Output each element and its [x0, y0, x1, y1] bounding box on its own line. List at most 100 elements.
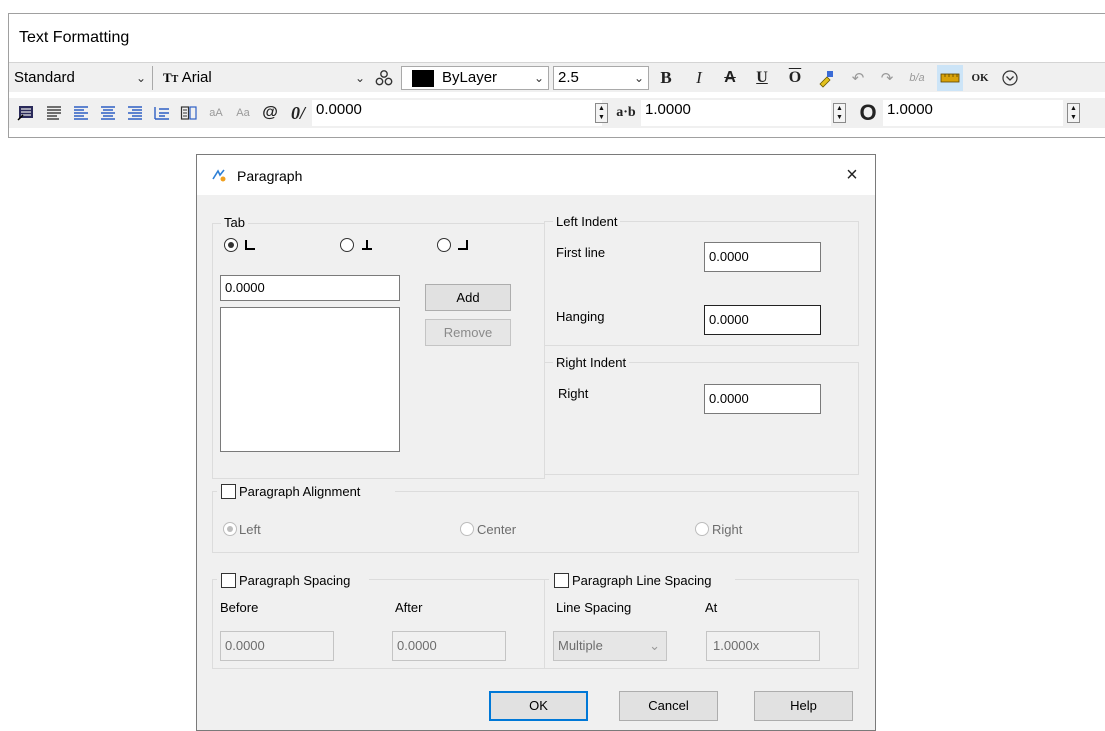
tab-position-input[interactable]: 0.0000	[220, 275, 400, 301]
tab-center-radio[interactable]	[340, 238, 354, 252]
before-label: Before	[220, 600, 259, 615]
oblique-angle-value: 0.0000	[316, 101, 362, 118]
toolbar-row-1: Standard ⌄ TT Arial ⌄ ByLayer ⌄ 2.5 ⌄ B	[9, 62, 1105, 92]
line-spacing-checkbox[interactable]	[554, 573, 569, 588]
width-factor-spinner[interactable]: ▲ ▼	[1067, 103, 1080, 123]
tab-right-radio[interactable]	[437, 238, 451, 252]
align-center-icon[interactable]	[95, 100, 121, 126]
numbering-icon[interactable]	[149, 100, 175, 126]
paragraph-icon[interactable]	[176, 100, 202, 126]
paragraph-dialog: Paragraph × Tab 0.0000 Add Remove Left I…	[196, 154, 876, 731]
text-height-combo[interactable]: 2.5 ⌄	[553, 66, 649, 90]
justify-left-icon[interactable]	[41, 100, 67, 126]
bold-icon[interactable]: B	[653, 65, 679, 91]
oblique-angle-icon: 0/	[290, 102, 305, 123]
ok-button[interactable]: OK	[489, 691, 588, 721]
tracking-icon: a·b	[616, 105, 636, 120]
width-factor-input[interactable]: 1.0000	[883, 100, 1063, 126]
color-value: ByLayer	[442, 69, 498, 86]
align-left-radio[interactable]	[223, 522, 237, 536]
align-right-radio[interactable]	[695, 522, 709, 536]
close-icon[interactable]: ×	[839, 163, 865, 187]
tab-stops-list[interactable]	[220, 307, 400, 452]
after-label: After	[395, 600, 423, 615]
align-right-label: Right	[712, 522, 743, 537]
dialog-titlebar: Paragraph ×	[197, 155, 875, 195]
at-label: At	[705, 600, 718, 615]
oblique-angle-input[interactable]: 0.0000	[312, 100, 602, 126]
redo-icon[interactable]: ↷	[874, 65, 900, 91]
remove-button[interactable]: Remove	[425, 319, 511, 346]
text-height-value: 2.5	[558, 69, 579, 86]
align-left-icon[interactable]	[68, 100, 94, 126]
chevron-down-icon: ⌄	[135, 71, 146, 85]
options-icon[interactable]	[997, 65, 1023, 91]
underline-icon[interactable]: U	[749, 65, 775, 91]
uppercase-icon[interactable]: aA	[203, 100, 229, 126]
spacing-label: Paragraph Spacing	[239, 573, 351, 588]
style-value: Standard	[14, 69, 75, 86]
insert-field-icon[interactable]	[13, 100, 39, 126]
cancel-button[interactable]: Cancel	[619, 691, 718, 721]
at-input[interactable]: 1.0000x	[706, 631, 820, 661]
chevron-down-icon: ⌄	[633, 71, 644, 85]
chevron-down-icon: ⌄	[649, 638, 660, 653]
after-input[interactable]: 0.0000	[392, 631, 506, 661]
right-label: Right	[558, 386, 589, 401]
align-left-label: Left	[239, 522, 261, 537]
center-tab-icon	[362, 240, 372, 250]
color-swatch	[412, 70, 434, 87]
chevron-down-icon: ⌄	[354, 71, 365, 85]
stack-icon[interactable]: b/a	[904, 65, 930, 91]
divider	[152, 66, 153, 90]
italic-icon[interactable]: I	[686, 65, 712, 91]
first-line-label: First line	[556, 245, 606, 260]
color-dropdown[interactable]: ByLayer ⌄	[401, 66, 549, 90]
dialog-title: Paragraph	[237, 168, 303, 184]
add-button[interactable]: Add	[425, 284, 511, 311]
match-properties-icon[interactable]	[814, 65, 840, 91]
spacing-checkbox[interactable]	[221, 573, 236, 588]
symbol-at-icon[interactable]: @	[257, 100, 283, 126]
right-indent-input[interactable]: 0.0000	[704, 384, 821, 414]
symbol-icon[interactable]	[371, 65, 397, 91]
before-input[interactable]: 0.0000	[220, 631, 334, 661]
text-formatting-toolbar: Text Formatting Standard ⌄ TT Arial ⌄ By…	[8, 13, 1105, 138]
help-button[interactable]: Help	[754, 691, 853, 721]
right-tab-icon	[458, 240, 468, 250]
toolbar-row-2: aA Aa @ 0/ 0.0000 ▲ ▼ a·b 1.0000 ▲ ▼ O 1.0…	[9, 98, 1105, 128]
align-center-label: Center	[477, 522, 517, 537]
tracking-input[interactable]: 1.0000	[641, 100, 831, 126]
truetype-font-icon: TT	[163, 70, 179, 85]
toolbar-title: Text Formatting	[19, 29, 130, 46]
font-value: Arial	[181, 69, 212, 86]
line-spacing-value: Multiple	[558, 638, 603, 653]
hanging-input[interactable]: 0.0000	[704, 305, 821, 335]
line-spacing-label: Paragraph Line Spacing	[572, 573, 712, 588]
align-right-icon[interactable]	[122, 100, 148, 126]
alignment-label: Paragraph Alignment	[239, 484, 361, 499]
lowercase-icon[interactable]: Aa	[230, 100, 256, 126]
tab-left-radio[interactable]	[224, 238, 238, 252]
width-factor-icon: O	[859, 100, 877, 125]
right-indent-group	[544, 362, 859, 475]
strikethrough-icon[interactable]: A	[717, 65, 743, 91]
oblique-angle-spinner[interactable]: ▲ ▼	[595, 103, 608, 123]
width-factor-value: 1.0000	[887, 101, 933, 118]
undo-icon[interactable]: ↶	[845, 65, 871, 91]
overline-icon[interactable]: O	[782, 65, 808, 91]
screen: Text Formatting Standard ⌄ TT Arial ⌄ By…	[0, 0, 1105, 731]
first-line-input[interactable]: 0.0000	[704, 242, 821, 272]
hanging-label: Hanging	[556, 309, 605, 324]
chevron-down-icon: ⌄	[533, 71, 544, 85]
alignment-checkbox[interactable]	[221, 484, 236, 499]
font-dropdown[interactable]: TT Arial ⌄	[158, 66, 370, 90]
line-spacing-dropdown[interactable]: Multiple ⌄	[553, 631, 667, 661]
align-center-radio[interactable]	[460, 522, 474, 536]
ruler-icon[interactable]	[937, 65, 963, 91]
tracking-spinner[interactable]: ▲ ▼	[833, 103, 846, 123]
right-indent-label: Right Indent	[553, 355, 630, 370]
ok-button[interactable]: OK	[967, 65, 993, 91]
style-dropdown[interactable]: Standard ⌄	[9, 66, 151, 90]
tracking-value: 1.0000	[645, 101, 691, 118]
